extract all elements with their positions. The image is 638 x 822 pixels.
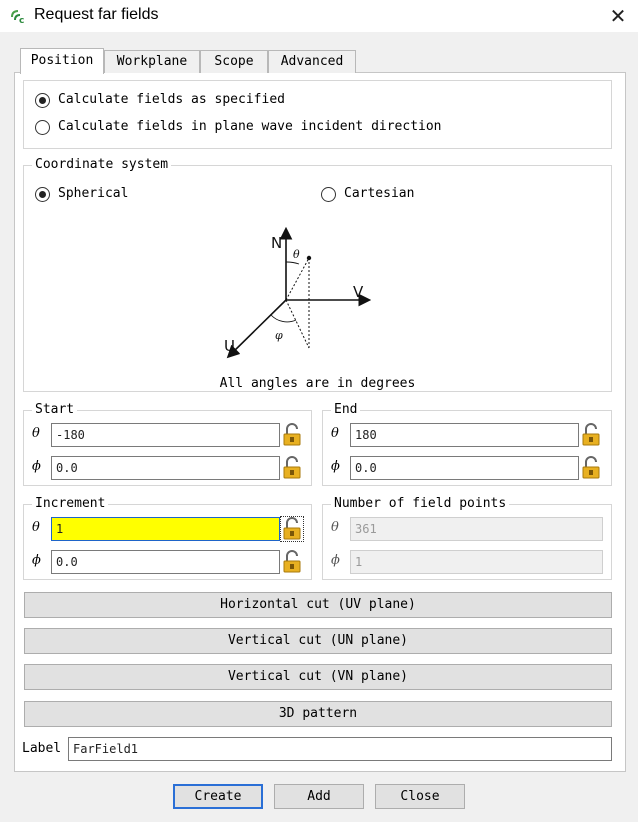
phi-arc	[270, 314, 297, 323]
tab-position[interactable]: Position	[20, 48, 104, 74]
field-points-theta-input: 361	[350, 517, 603, 541]
label-input[interactable]: FarField1	[68, 737, 612, 761]
n-axis-label: N	[271, 234, 282, 252]
theta-arc	[285, 261, 300, 265]
create-button[interactable]: Create	[173, 784, 263, 809]
tab-advanced[interactable]: Advanced	[268, 50, 356, 73]
angles-note: All angles are in degrees	[219, 376, 416, 391]
radio-plane-wave-direction-label[interactable]: Calculate fields in plane wave incident …	[58, 119, 442, 135]
ground-projection	[285, 299, 310, 349]
radio-calculate-specified[interactable]	[35, 93, 50, 108]
add-button[interactable]: Add	[274, 784, 364, 809]
padlock-open-icon[interactable]	[580, 423, 602, 447]
increment-phi-symbol: ϕ	[32, 553, 41, 568]
end-theta-symbol: θ	[331, 426, 339, 441]
radio-cartesian[interactable]	[321, 187, 336, 202]
theta-label: θ	[293, 248, 300, 261]
radio-spherical-label[interactable]: Spherical	[58, 186, 128, 202]
padlock-open-icon[interactable]	[281, 456, 303, 480]
close-button[interactable]: Close	[375, 784, 465, 809]
increment-theta-input[interactable]: 1	[51, 517, 280, 541]
start-theta-input[interactable]: -180	[51, 423, 280, 447]
tab-workplane[interactable]: Workplane	[104, 50, 200, 73]
svg-text:c: c	[19, 16, 24, 24]
start-phi-symbol: ϕ	[32, 459, 41, 474]
end-theta-input[interactable]: 180	[350, 423, 579, 447]
padlock-open-icon[interactable]	[281, 550, 303, 574]
start-phi-input[interactable]: 0.0	[51, 456, 280, 480]
coordinate-axes-diagram: N V U θ φ	[224, 226, 372, 359]
horizontal-cut-button[interactable]: Horizontal cut (UV plane)	[24, 592, 612, 618]
window-title: Request far fields	[34, 6, 159, 23]
mode-group	[23, 80, 612, 149]
vertical-cut-un-button[interactable]: Vertical cut (UN plane)	[24, 628, 612, 654]
v-axis-label: V	[353, 283, 364, 301]
padlock-open-icon[interactable]	[281, 423, 303, 447]
padlock-open-icon[interactable]	[580, 456, 602, 480]
field-points-phi-symbol: ϕ	[331, 553, 340, 568]
radio-cartesian-label[interactable]: Cartesian	[344, 186, 414, 202]
end-legend: End	[331, 403, 361, 417]
radio-plane-wave-direction[interactable]	[35, 120, 50, 135]
increment-theta-symbol: θ	[32, 520, 40, 535]
radio-calculate-specified-label[interactable]: Calculate fields as specified	[58, 92, 285, 108]
increment-legend: Increment	[32, 497, 109, 511]
coordinate-system-legend: Coordinate system	[32, 158, 172, 172]
u-axis-line	[226, 299, 287, 359]
end-phi-symbol: ϕ	[331, 459, 340, 474]
padlock-open-icon[interactable]	[280, 516, 304, 542]
vertical-cut-vn-button[interactable]: Vertical cut (VN plane)	[24, 664, 612, 690]
tab-scope[interactable]: Scope	[200, 50, 268, 73]
radio-spherical[interactable]	[35, 187, 50, 202]
field-point	[306, 255, 312, 261]
start-legend: Start	[32, 403, 78, 417]
field-points-legend: Number of field points	[331, 497, 510, 511]
u-axis-label: U	[224, 337, 235, 355]
field-points-phi-input: 1	[350, 550, 603, 574]
end-phi-input[interactable]: 0.0	[350, 456, 579, 480]
label-caption: Label	[22, 741, 62, 756]
phi-label: φ	[275, 329, 283, 342]
app-icon: c	[11, 10, 24, 24]
radius-vector	[285, 257, 310, 301]
increment-phi-input[interactable]: 0.0	[51, 550, 280, 574]
close-icon[interactable]: ✕	[604, 4, 632, 28]
3d-pattern-button[interactable]: 3D pattern	[24, 701, 612, 727]
start-theta-symbol: θ	[32, 426, 40, 441]
field-points-theta-symbol: θ	[331, 520, 339, 535]
